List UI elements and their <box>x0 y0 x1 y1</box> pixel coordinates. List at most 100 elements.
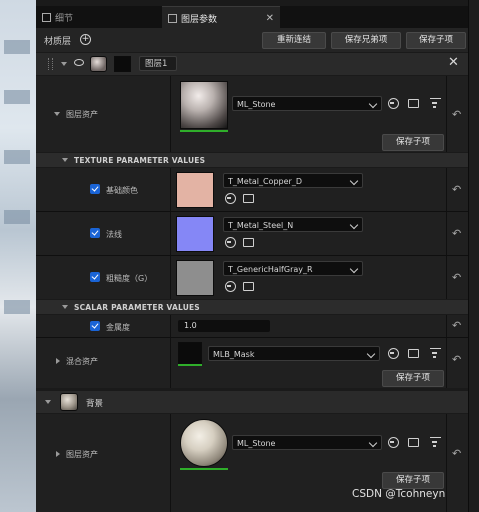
texture-combo[interactable]: T_GenericHalfGray_R <box>223 261 363 276</box>
use-selected-icon[interactable] <box>388 98 399 109</box>
close-icon[interactable]: ✕ <box>266 13 274 24</box>
param-row-metallic: 金属度 1.0 ↶ <box>36 315 468 337</box>
collapse-arrow-icon[interactable] <box>62 158 68 162</box>
options-icon[interactable] <box>430 348 441 359</box>
texture-value: T_Metal_Copper_D <box>228 177 302 186</box>
use-selected-icon[interactable] <box>388 437 399 448</box>
expand-arrow-icon[interactable] <box>56 358 60 364</box>
material-layers-title: 材质层 <box>44 37 72 47</box>
chevron-down-icon <box>349 264 359 274</box>
layer-name-field[interactable]: 图层1 <box>139 56 177 71</box>
param-row-roughness: 粗糙度（G） T_GenericHalfGray_R ↶ <box>36 256 468 299</box>
collapse-arrow-icon[interactable] <box>45 400 51 404</box>
layer-asset-combo[interactable]: ML_Stone <box>232 435 382 450</box>
browse-icon[interactable] <box>243 282 254 291</box>
param-row-normal: 法线 T_Metal_Steel_N ↶ <box>36 212 468 255</box>
blend-asset-combo[interactable]: MLB_Mask <box>208 346 380 361</box>
layer-thumbnail <box>60 393 78 411</box>
layers-icon <box>168 13 177 23</box>
use-selected-icon[interactable] <box>225 281 236 292</box>
layer-save-child-button[interactable]: 保存子项 <box>382 134 444 151</box>
reset-arrow-icon[interactable]: ↶ <box>452 183 461 196</box>
expand-arrow-icon[interactable] <box>56 451 60 457</box>
layer-name-label: 背景 <box>86 399 104 409</box>
texture-value: T_Metal_Steel_N <box>228 221 294 230</box>
metallic-value-field[interactable]: 1.0 <box>178 320 270 332</box>
use-selected-icon[interactable] <box>225 237 236 248</box>
eye-icon[interactable] <box>74 59 84 66</box>
tab-details-label: 细节 <box>55 13 74 24</box>
use-selected-icon[interactable] <box>388 348 399 359</box>
texture-thumbnail <box>176 216 214 252</box>
column-divider <box>170 76 171 152</box>
options-icon[interactable] <box>430 98 441 109</box>
reset-arrow-icon[interactable]: ↶ <box>452 353 461 366</box>
reset-arrow-icon[interactable]: ↶ <box>452 271 461 284</box>
tab-details[interactable]: 细节 <box>42 6 158 28</box>
reset-arrow-icon[interactable]: ↶ <box>452 108 461 121</box>
chevron-down-icon <box>366 349 376 359</box>
param-checkbox[interactable] <box>90 321 100 331</box>
reset-arrow-icon[interactable]: ↶ <box>452 227 461 240</box>
layer-asset-thumbnail <box>180 81 228 129</box>
chevron-down-icon <box>368 438 378 448</box>
collapse-arrow-icon[interactable] <box>61 62 67 66</box>
blend-thumbnail <box>114 56 131 72</box>
blend-asset-row: 混合资产 MLB_Mask 保存子项 ↶ <box>36 338 468 388</box>
blend-asset-value: MLB_Mask <box>213 350 255 359</box>
details-icon <box>42 12 51 22</box>
blend-save-child-button[interactable]: 保存子项 <box>382 370 444 387</box>
use-selected-icon[interactable] <box>225 193 236 204</box>
layer-asset-label: 图层资产 <box>66 450 98 459</box>
tab-layer-parameters[interactable]: 图层参数 ✕ <box>162 6 280 29</box>
column-divider <box>170 212 171 255</box>
column-divider <box>446 256 447 299</box>
panel-header: 材质层 + 重新连结 保存兄弟项 保存子项 <box>36 28 468 52</box>
column-divider <box>170 414 171 512</box>
browse-icon[interactable] <box>243 194 254 203</box>
texture-combo[interactable]: T_Metal_Copper_D <box>223 173 363 188</box>
viewport-background <box>0 0 36 512</box>
browse-icon[interactable] <box>408 99 419 108</box>
add-layer-icon[interactable]: + <box>80 34 91 45</box>
param-checkbox[interactable] <box>90 184 100 194</box>
relink-button[interactable]: 重新连结 <box>262 32 326 49</box>
column-divider <box>446 168 447 211</box>
column-divider <box>170 315 171 337</box>
layer-asset-label: 图层资产 <box>66 110 98 119</box>
scalar-parameters-section[interactable]: SCALAR PARAMETER VALUES <box>36 300 468 314</box>
texture-section-label: TEXTURE PARAMETER VALUES <box>74 156 206 165</box>
remove-layer-icon[interactable]: ✕ <box>448 55 459 70</box>
options-icon[interactable] <box>430 437 441 448</box>
chevron-down-icon <box>349 176 359 186</box>
reset-arrow-icon[interactable]: ↶ <box>452 447 461 460</box>
expand-arrow-icon[interactable] <box>54 112 60 116</box>
texture-thumbnail <box>176 172 214 208</box>
layer-asset-combo[interactable]: ML_Stone <box>232 96 382 111</box>
layer-asset-value: ML_Stone <box>237 439 276 448</box>
reset-arrow-icon[interactable]: ↶ <box>452 319 461 332</box>
column-divider <box>446 414 447 512</box>
right-edge-panel <box>468 0 479 512</box>
layer-row-background[interactable]: 背景 <box>36 391 468 413</box>
save-child-button[interactable]: 保存子项 <box>406 32 466 49</box>
blend-asset-label: 混合资产 <box>66 357 98 366</box>
drag-handle-icon[interactable] <box>48 58 53 70</box>
layer-thumbnail <box>90 56 107 72</box>
collapse-arrow-icon[interactable] <box>62 305 68 309</box>
column-divider <box>446 212 447 255</box>
browse-icon[interactable] <box>408 438 419 447</box>
layer-asset-value: ML_Stone <box>237 100 276 109</box>
texture-parameters-section[interactable]: TEXTURE PARAMETER VALUES <box>36 153 468 167</box>
browse-icon[interactable] <box>408 349 419 358</box>
background-save-child-button[interactable]: 保存子项 <box>382 472 444 489</box>
param-checkbox[interactable] <box>90 228 100 238</box>
browse-icon[interactable] <box>243 238 254 247</box>
save-sibling-button[interactable]: 保存兄弟项 <box>331 32 401 49</box>
param-checkbox[interactable] <box>90 272 100 282</box>
texture-combo[interactable]: T_Metal_Steel_N <box>223 217 363 232</box>
column-divider <box>170 168 171 211</box>
layer-asset-thumbnail <box>180 419 228 467</box>
param-label: 粗糙度（G） <box>106 274 153 283</box>
layer-row-1[interactable]: 图层1 ✕ <box>36 53 468 75</box>
